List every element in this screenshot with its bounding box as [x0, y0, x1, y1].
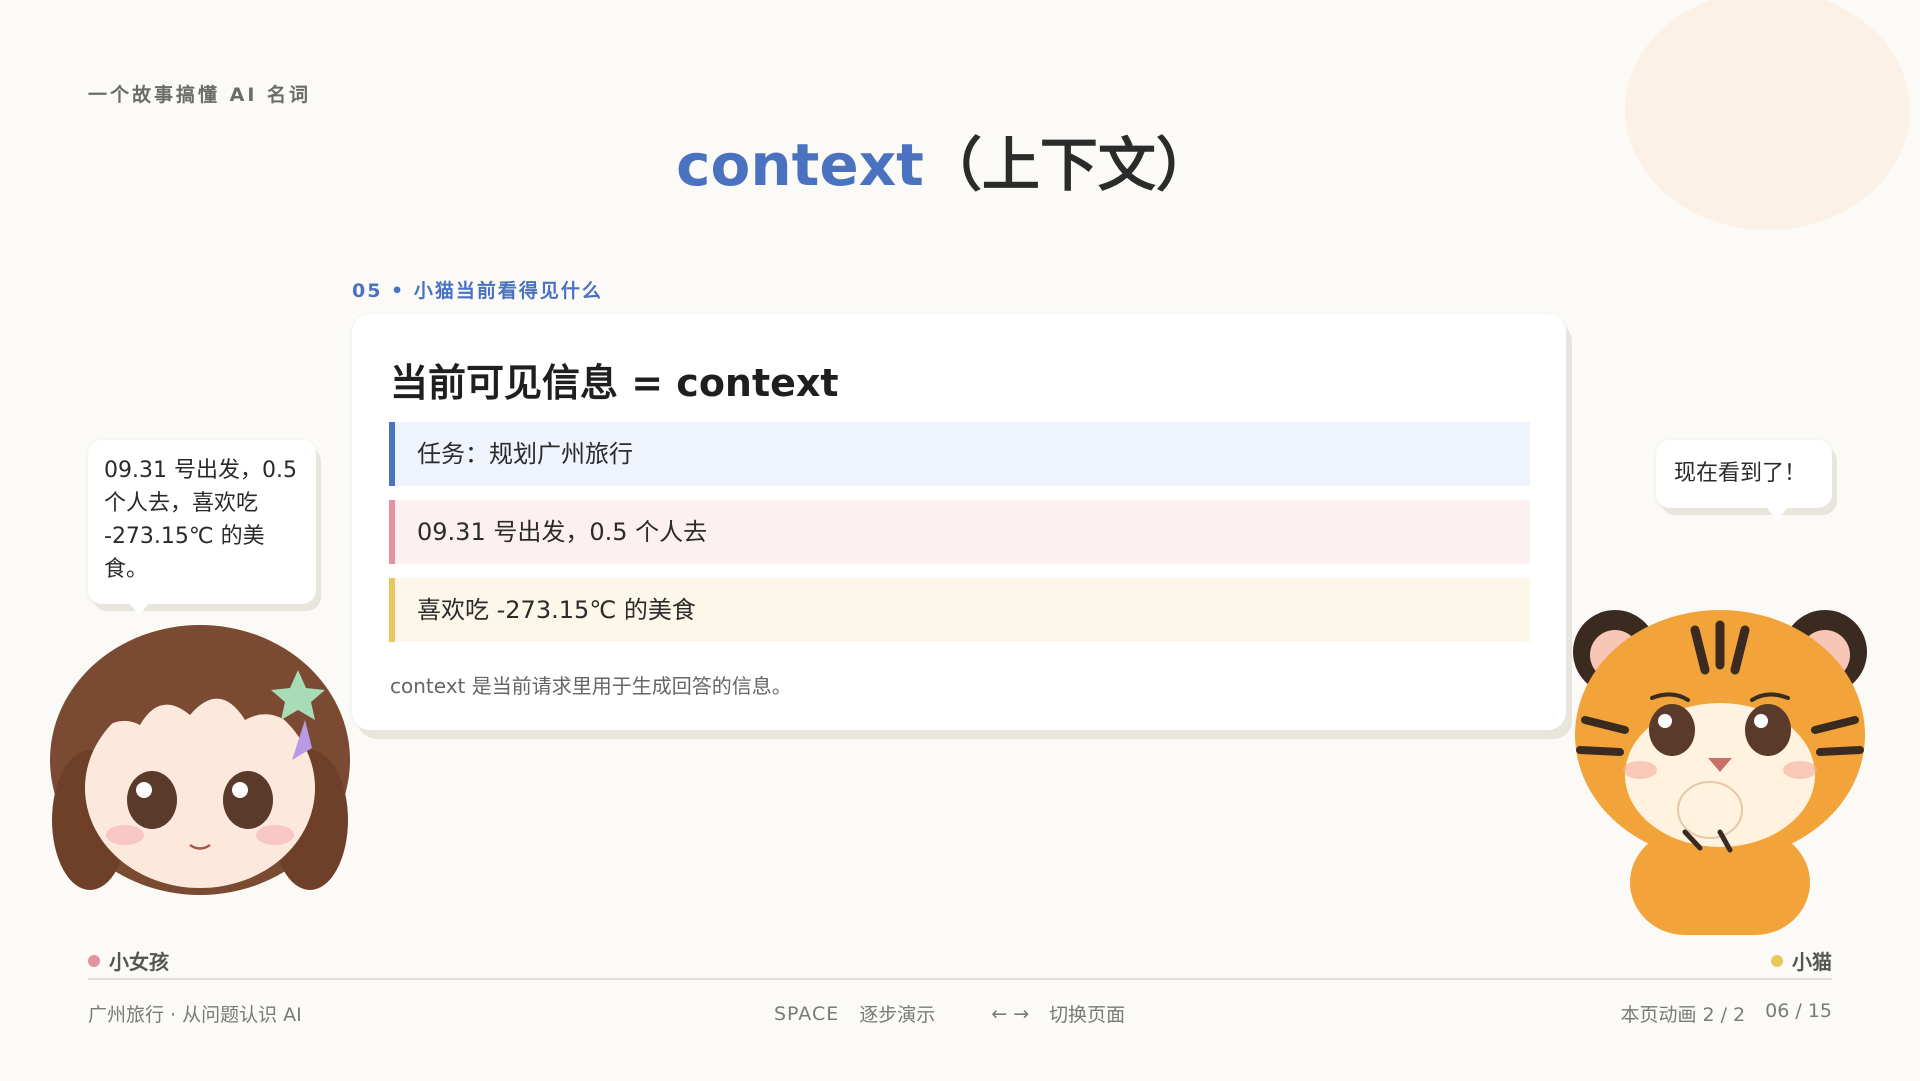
girl-color-dot [88, 954, 100, 967]
page-title: context（上下文） [0, 118, 1890, 202]
girl-name: 小女孩 [109, 950, 169, 974]
footer-deck-title: 广州旅行 · 从问题认识 AI [88, 1004, 302, 1026]
tiger-name-tag: 小猫 [1771, 946, 1832, 975]
arrows-action-label: 切换页面 [1049, 1004, 1126, 1026]
girl-speech-bubble: 09.31 号出发，0.5 个人去，喜欢吃 -273.15℃ 的美食。 [88, 440, 316, 604]
context-card: 当前可见信息 = context 任务：规划广州旅行 09.31 号出发，0.5… [352, 314, 1566, 730]
animation-counter: 本页动画 2 / 2 [1620, 1004, 1746, 1026]
context-item-departure: 09.31 号出发，0.5 个人去 [389, 500, 1530, 564]
context-item-food: 喜欢吃 -273.15℃ 的美食 [389, 578, 1530, 642]
space-action-label: 逐步演示 [859, 1004, 936, 1026]
section-label: 05 • 小猫当前看得见什么 [352, 280, 603, 302]
space-key-hint[interactable]: SPACE [774, 1003, 839, 1025]
tiger-avatar [1573, 610, 1867, 935]
tiger-bubble-tail [1766, 507, 1788, 520]
tiger-speech-bubble: 现在看到了！ [1656, 440, 1832, 508]
page-counter: 06 / 15 [1765, 1000, 1832, 1022]
context-item-task: 任务：规划广州旅行 [389, 422, 1530, 486]
card-title: 当前可见信息 = context [390, 361, 839, 405]
title-keyword: context [676, 131, 924, 199]
girl-name-tag: 小女孩 [88, 946, 169, 975]
arrow-keys-hint[interactable]: ← → [991, 1003, 1029, 1025]
series-label: 一个故事搞懂 AI 名词 [88, 84, 312, 106]
footer-controls: SPACE 逐步演示 ← → 切换页面 [774, 1000, 1125, 1027]
footer-status: 本页动画 2 / 2 06 / 15 [1620, 1000, 1832, 1027]
title-translation: （上下文） [923, 131, 1214, 199]
tiger-name: 小猫 [1792, 950, 1832, 974]
footer-divider [88, 978, 1832, 980]
girl-avatar [50, 625, 350, 895]
card-note: context 是当前请求里用于生成回答的信息。 [390, 674, 792, 698]
tiger-color-dot [1771, 954, 1783, 967]
